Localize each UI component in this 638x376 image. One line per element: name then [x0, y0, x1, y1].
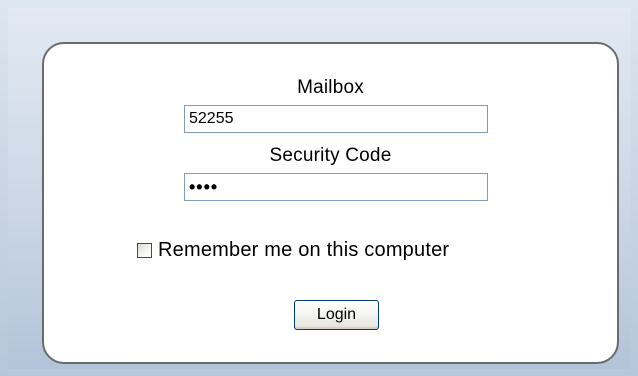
mailbox-value: 52255: [189, 110, 234, 127]
mailbox-label: Mailbox: [297, 77, 364, 98]
remember-me-row[interactable]: Remember me on this computer: [137, 239, 449, 262]
login-panel: Mailbox 52255 Security Code •••• Remembe…: [42, 42, 619, 364]
security-code-label: Security Code: [269, 145, 392, 166]
login-button[interactable]: Login: [294, 300, 379, 330]
security-code-value: ••••: [189, 177, 219, 197]
page-background: Mailbox 52255 Security Code •••• Remembe…: [8, 8, 631, 369]
remember-me-label[interactable]: Remember me on this computer: [158, 239, 449, 262]
mailbox-input[interactable]: 52255: [184, 105, 488, 133]
security-code-input[interactable]: ••••: [184, 173, 488, 201]
login-button-label: Login: [316, 306, 357, 323]
remember-me-checkbox[interactable]: [137, 243, 152, 258]
